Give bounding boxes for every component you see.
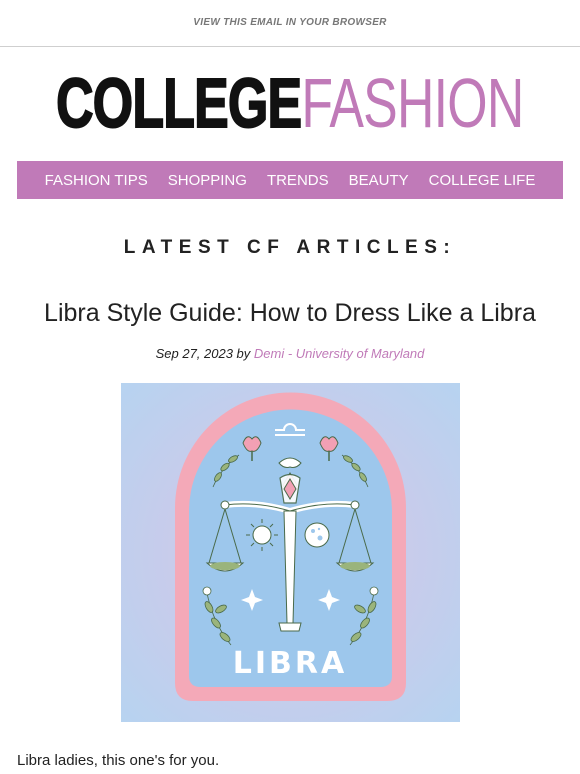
nav-trends[interactable]: TRENDS [267,172,329,189]
college-fashion-logo[interactable]: COLLEGEFASHION [0,47,580,159]
libra-illustration[interactable]: LIBRA [120,383,460,722]
main-nav: FASHION TIPS SHOPPING TRENDS BEAUTY COLL… [17,161,563,199]
section-title: LATEST CF ARTICLES: [123,237,457,258]
article-intro: Libra ladies, this one's for you. [17,752,220,769]
logo-part-fashion: FASHION [301,64,525,142]
nav-fashion-tips[interactable]: FASHION TIPS [45,172,148,189]
article-byline: Sep 27, 2023 by Demi - University of Mar… [0,346,580,361]
libra-lettering: LIBRA [232,646,346,681]
author-link[interactable]: Demi - University of Maryland [254,346,425,361]
planet-icon [304,522,329,548]
logo-wordmark: COLLEGEFASHION [56,67,525,139]
article-title-link[interactable]: Libra Style Guide: How to Dress Like a L… [0,299,580,328]
nav-shopping[interactable]: SHOPPING [168,172,247,189]
top-bar: VIEW THIS EMAIL IN YOUR BROWSER [0,0,580,47]
article-date: Sep 27, 2023 by [155,346,254,361]
logo-part-college: COLLEGE [56,64,303,142]
view-in-browser-link[interactable]: VIEW THIS EMAIL IN YOUR BROWSER [193,17,386,28]
nav-beauty[interactable]: BEAUTY [349,172,409,189]
nav-college-life[interactable]: COLLEGE LIFE [429,172,536,189]
